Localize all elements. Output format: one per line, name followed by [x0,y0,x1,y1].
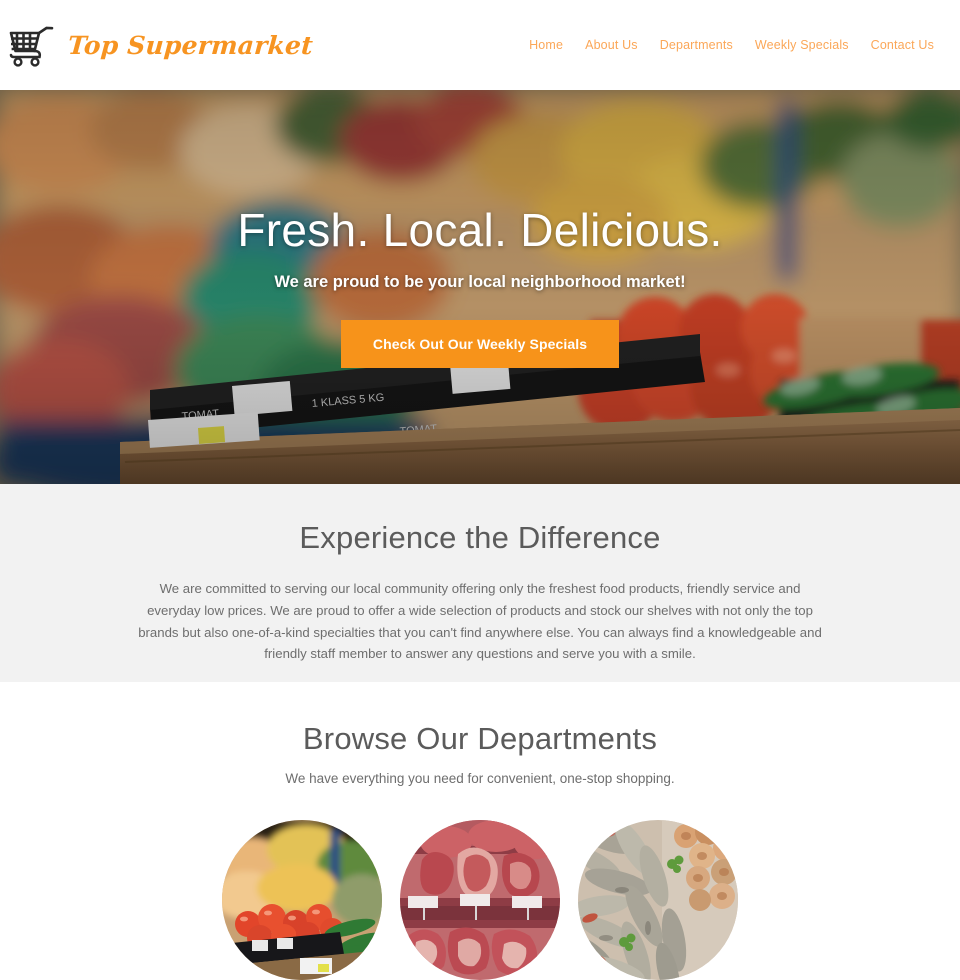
shopping-cart-icon [9,26,54,67]
experience-section: Experience the Difference We are committ… [0,484,960,682]
nav-item-weekly-specials[interactable]: Weekly Specials [755,38,849,52]
departments-section-subtitle: We have everything you need for convenie… [285,771,675,786]
produce-department-image[interactable] [222,820,382,980]
departments-row [0,820,960,980]
hero-subtitle: We are proud to be your local neighborho… [274,273,686,292]
hero-title: Fresh. Local. Delicious. [237,204,723,256]
nav-item-contact-us[interactable]: Contact Us [871,38,934,52]
nav-item-home[interactable]: Home [529,38,563,52]
main-navigation: Home About Us Departments Weekly Special… [529,38,934,52]
experience-section-body: We are committed to serving our local co… [138,581,822,662]
department-card-seafood[interactable] [578,820,738,980]
departments-section-title: Browse Our Departments [302,721,658,756]
nav-item-departments[interactable]: Departments [660,38,733,52]
seafood-department-image[interactable] [578,820,738,980]
hero-banner: TOMAT 1 KLASS 5 KG TOMAT Fresh. Local. D… [0,90,960,484]
weekly-specials-cta-button[interactable]: Check Out Our Weekly Specials [340,320,620,369]
brand-logo-link[interactable]: Top Supermarket [6,22,314,68]
department-card-meat[interactable] [400,820,560,980]
site-header: Top Supermarket Home About Us Department… [0,0,960,90]
departments-section: Browse Our Departments We have everythin… [0,682,960,980]
department-card-produce[interactable] [222,820,382,980]
meat-department-image[interactable] [400,820,560,980]
nav-item-about-us[interactable]: About Us [585,38,638,52]
brand-name: Top Supermarket [66,30,314,60]
experience-section-title: Experience the Difference [299,520,661,555]
